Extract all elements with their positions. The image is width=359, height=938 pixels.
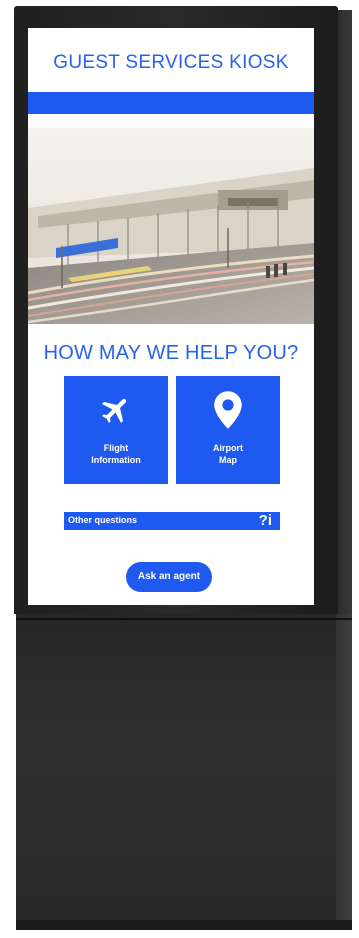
kiosk-bottom-housing bbox=[16, 614, 336, 926]
question-info-icon: ?i bbox=[258, 512, 272, 529]
page-title: GUEST SERVICES KIOSK bbox=[53, 52, 289, 73]
airport-terminal-photo bbox=[28, 128, 314, 324]
header-accent-bar bbox=[28, 92, 314, 114]
other-questions-button[interactable]: Other questions ?i bbox=[64, 512, 280, 530]
kiosk-bottom-side bbox=[336, 614, 352, 926]
airplane-icon bbox=[64, 390, 168, 430]
stage: GUEST SERVICES KIOSK HOW MAY WE HELP YOU… bbox=[0, 0, 359, 938]
flight-information-tile[interactable]: Flight Information bbox=[64, 376, 168, 484]
help-heading: HOW MAY WE HELP YOU? bbox=[43, 342, 299, 364]
airport-map-tile[interactable]: Airport Map bbox=[176, 376, 280, 484]
kiosk-base bbox=[16, 920, 352, 930]
flight-information-label: Flight Information bbox=[91, 443, 141, 465]
kiosk-seam bbox=[16, 618, 352, 620]
other-questions-label: Other questions bbox=[68, 515, 138, 525]
kiosk-top-side bbox=[338, 10, 352, 614]
ask-agent-button[interactable]: Ask an agent bbox=[126, 562, 212, 592]
airport-map-label: Airport Map bbox=[213, 443, 243, 465]
kiosk-screen: GUEST SERVICES KIOSK HOW MAY WE HELP YOU… bbox=[28, 28, 314, 605]
map-pin-icon bbox=[176, 390, 280, 430]
